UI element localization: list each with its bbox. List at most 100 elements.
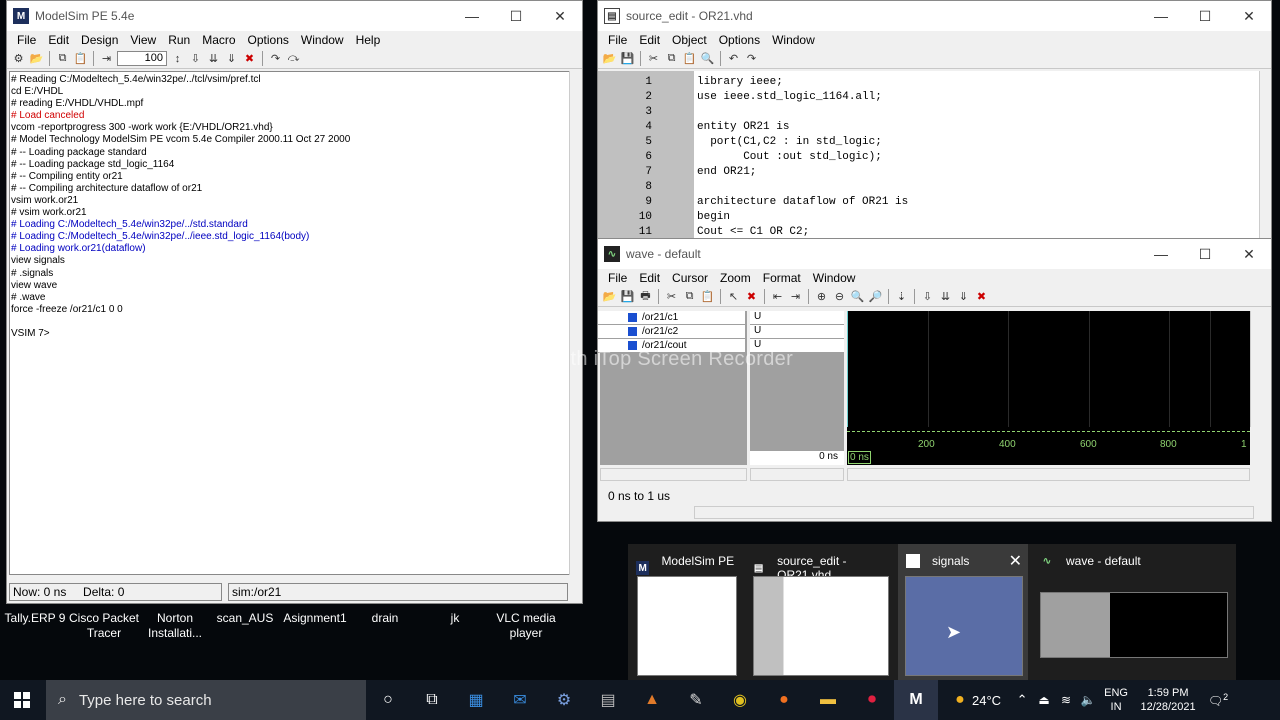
task-view-icon[interactable]: ⧉	[410, 680, 454, 720]
weather-temp[interactable]: 24°C	[972, 693, 1001, 708]
zoom-full-icon[interactable]: 🔍	[850, 289, 865, 304]
menu-edit[interactable]: Edit	[633, 271, 666, 285]
find-icon[interactable]: 🔍	[700, 51, 715, 66]
desktop-icon-vlc[interactable]: VLC media player	[486, 611, 566, 641]
print-icon[interactable]: 🖶	[638, 289, 653, 304]
minimize-icon[interactable]: —	[1139, 239, 1183, 269]
modelsim-taskbar-icon[interactable]: M	[894, 680, 938, 720]
menu-view[interactable]: View	[124, 33, 162, 47]
code-text[interactable]: library ieee; use ieee.std_logic_1164.all…	[694, 71, 1259, 239]
add-cursor-icon[interactable]: ⇣	[894, 289, 909, 304]
signal-row[interactable]: /or21/c1	[598, 311, 745, 325]
windows-start-icon[interactable]	[14, 692, 30, 708]
source-edit-titlebar[interactable]: ▤ source_edit - OR21.vhd — ☐ ✕	[598, 1, 1271, 31]
delete-icon[interactable]: ✖	[744, 289, 759, 304]
menu-format[interactable]: Format	[757, 271, 807, 285]
close-icon[interactable]: ✕	[1009, 551, 1022, 571]
maximize-icon[interactable]: ☐	[1183, 1, 1227, 31]
copy-icon[interactable]: ⧉	[55, 51, 70, 66]
desktop-icon-cisco-packet-tracer[interactable]: Cisco Packet Tracer	[64, 611, 144, 641]
signal-row[interactable]: /or21/c2	[598, 325, 745, 339]
volume-icon[interactable]: 🔈	[1077, 693, 1099, 707]
zoom-range-icon[interactable]: 🔎	[868, 289, 883, 304]
zoom-in-icon[interactable]: ⊕	[814, 289, 829, 304]
maximize-icon[interactable]: ☐	[1183, 239, 1227, 269]
chrome-icon[interactable]: ◉	[718, 680, 762, 720]
cursor-label[interactable]: 0 ns	[848, 451, 871, 464]
waveform-area[interactable]	[847, 311, 1250, 427]
console-scrollbar[interactable]	[569, 71, 580, 575]
cortana-icon[interactable]: ○	[366, 680, 410, 720]
menu-object[interactable]: Object	[666, 33, 713, 47]
status-hscrollbar[interactable]	[694, 506, 1254, 519]
save-icon[interactable]: 💾	[620, 289, 635, 304]
clock[interactable]: 1:59 PM 12/28/2021	[1133, 686, 1203, 714]
run-length-icon[interactable]: ⇥	[99, 51, 114, 66]
run-length-spinner-icon[interactable]: ↕	[170, 51, 185, 66]
paint-icon[interactable]: ✎	[674, 680, 718, 720]
maximize-icon[interactable]: ☐	[494, 1, 538, 31]
menu-design[interactable]: Design	[75, 33, 124, 47]
wave-titlebar[interactable]: ∿ wave - default — ☐ ✕	[598, 239, 1271, 269]
notification-icon[interactable]: 🗨2	[1203, 692, 1233, 708]
menu-cursor[interactable]: Cursor	[666, 271, 714, 285]
desktop-icon-scan-aus[interactable]: scan_AUS	[205, 611, 285, 626]
run-length-input[interactable]: 100	[117, 51, 167, 66]
menu-file[interactable]: File	[602, 33, 633, 47]
cut-icon[interactable]: ✂	[664, 289, 679, 304]
signal-hscrollbar[interactable]	[600, 468, 747, 481]
undo-icon[interactable]: ↶	[726, 51, 741, 66]
menu-window[interactable]: Window	[295, 33, 350, 47]
usb-icon[interactable]: ⏏	[1033, 693, 1055, 707]
thumbnail-modelsim[interactable]: M ModelSim PE ...	[628, 544, 744, 680]
code-editor[interactable]: 1 2 3 4 5 6 7 8 9 10 11 library ieee; use ieee.std_…	[598, 71, 1271, 239]
run-all-icon[interactable]: ⇓	[956, 289, 971, 304]
matlab-icon[interactable]: ▲	[630, 680, 674, 720]
menu-run[interactable]: Run	[162, 33, 196, 47]
select-pointer-icon[interactable]: ↖	[726, 289, 741, 304]
menu-help[interactable]: Help	[350, 33, 387, 47]
copy-icon[interactable]: ⧉	[682, 289, 697, 304]
minimize-icon[interactable]: —	[450, 1, 494, 31]
step-icon[interactable]: ↷	[268, 51, 283, 66]
store-icon[interactable]: ▦	[454, 680, 498, 720]
wave-hscrollbar[interactable]	[847, 468, 1250, 481]
menu-window[interactable]: Window	[766, 33, 821, 47]
value-hscrollbar[interactable]	[750, 468, 844, 481]
paste-icon[interactable]: 📋	[700, 289, 715, 304]
menu-file[interactable]: File	[11, 33, 42, 47]
taskbar-search[interactable]: ⌕ Type here to search	[46, 680, 366, 720]
desktop-icon-drain[interactable]: drain	[345, 611, 425, 626]
menu-edit[interactable]: Edit	[42, 33, 75, 47]
cursor-line[interactable]	[847, 311, 848, 427]
zoom-out-icon[interactable]: ⊖	[832, 289, 847, 304]
menu-macro[interactable]: Macro	[196, 33, 241, 47]
run-icon[interactable]: ⇩	[920, 289, 935, 304]
language-indicator[interactable]: ENG IN	[1099, 686, 1133, 714]
open-folder-icon[interactable]: 📂	[602, 289, 617, 304]
wave-vscrollbar[interactable]	[1250, 311, 1262, 427]
transcript-console[interactable]: # Reading C:/Modeltech_5.4e/win32pe/../t…	[9, 71, 570, 575]
desktop-icon-asignment1[interactable]: Asignment1	[275, 611, 355, 626]
desktop-icon-jk[interactable]: jk	[415, 611, 495, 626]
open-folder-icon[interactable]: 📂	[29, 51, 44, 66]
copy-icon[interactable]: ⧉	[664, 51, 679, 66]
menu-options[interactable]: Options	[242, 33, 295, 47]
minimize-icon[interactable]: —	[1139, 1, 1183, 31]
open-folder-icon[interactable]: 📂	[602, 51, 617, 66]
close-icon[interactable]: ✕	[538, 1, 582, 31]
continue-icon[interactable]: ⇊	[938, 289, 953, 304]
paste-icon[interactable]: 📋	[682, 51, 697, 66]
firefox-icon[interactable]: ●	[762, 680, 806, 720]
break-icon[interactable]: ✖	[242, 51, 257, 66]
run-icon[interactable]: ⇩	[188, 51, 203, 66]
modelsim-titlebar[interactable]: M ModelSim PE 5.4e — ☐ ✕	[7, 1, 582, 31]
compile-icon[interactable]: ⚙	[11, 51, 26, 66]
step-over-icon[interactable]: ⤼	[286, 51, 301, 66]
screen-recorder-icon[interactable]: ⏺	[850, 680, 894, 720]
run-all-icon[interactable]: ⇓	[224, 51, 239, 66]
previous-edge-icon[interactable]: ⇤	[770, 289, 785, 304]
settings-icon[interactable]: ⚙	[542, 680, 586, 720]
calculator-icon[interactable]: ▤	[586, 680, 630, 720]
menu-file[interactable]: File	[602, 271, 633, 285]
